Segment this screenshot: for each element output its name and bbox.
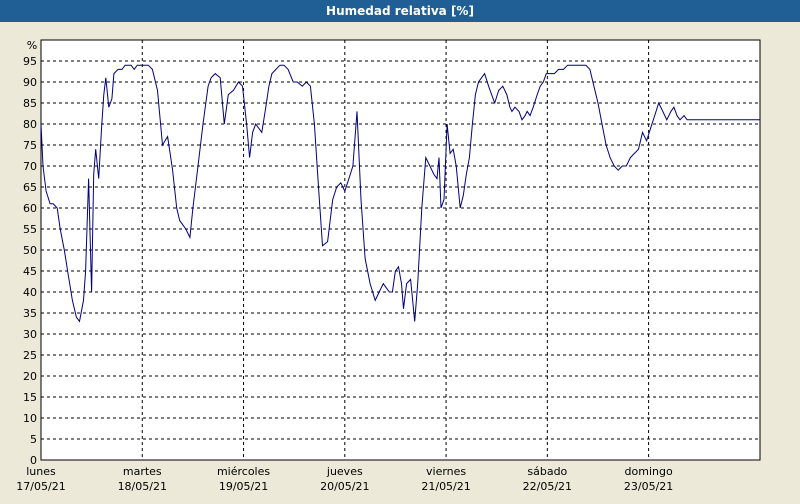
- x-tick-date-label: 19/05/21: [219, 480, 268, 493]
- chart-title: Humedad relativa [%]: [0, 0, 800, 22]
- chart-area: 0 5 10 15 20 25 30 35 40 45 50 55 60 65 70 75 80 85 90 95 l…: [0, 22, 800, 500]
- y-tick-label: 65: [23, 181, 37, 194]
- y-axis: 05101520253035404550556065707580859095: [23, 55, 37, 467]
- y-tick-label: 80: [23, 118, 37, 131]
- y-tick-label: 5: [30, 433, 37, 446]
- x-tick-date-label: 23/05/21: [624, 480, 673, 493]
- x-tick-day-label: domingo: [625, 465, 673, 478]
- y-tick-label: 15: [23, 391, 37, 404]
- y-axis-label: %: [27, 39, 37, 52]
- x-tick-day-label: miércoles: [217, 465, 270, 478]
- y-tick-label: 50: [23, 244, 37, 257]
- y-tick-label: 20: [23, 370, 37, 383]
- y-tick-label: 90: [23, 76, 37, 89]
- y-tick-label: 55: [23, 223, 37, 236]
- humidity-line-chart: 05101520253035404550556065707580859095 l…: [16, 39, 761, 493]
- y-tick-label: 60: [23, 202, 37, 215]
- x-tick-date-label: 18/05/21: [118, 480, 167, 493]
- y-tick-label: 40: [23, 286, 37, 299]
- x-axis: lunes 17/05/21 martes 18/05/21 miércoles 19/0…: [16, 465, 673, 493]
- plot-background: [40, 39, 761, 461]
- x-tick-day-label: jueves: [326, 465, 363, 478]
- x-tick-day-label: martes: [123, 465, 162, 478]
- y-tick-label: 35: [23, 307, 37, 320]
- x-tick-date-label: 22/05/21: [523, 480, 572, 493]
- x-tick-day-label: viernes: [426, 465, 466, 478]
- y-tick-label: 95: [23, 55, 37, 68]
- x-tick-date-label: 20/05/21: [320, 480, 369, 493]
- y-tick-label: 45: [23, 265, 37, 278]
- y-tick-label: 10: [23, 412, 37, 425]
- y-tick-label: 30: [23, 328, 37, 341]
- y-tick-label: 85: [23, 97, 37, 110]
- y-tick-label: 25: [23, 349, 37, 362]
- x-tick-day-label: sábado: [527, 465, 567, 478]
- y-tick-label: 70: [23, 160, 37, 173]
- y-tick-label: 75: [23, 139, 37, 152]
- x-tick-date-label: 17/05/21: [16, 480, 65, 493]
- x-tick-day-label: lunes: [26, 465, 56, 478]
- x-tick-date-label: 21/05/21: [421, 480, 470, 493]
